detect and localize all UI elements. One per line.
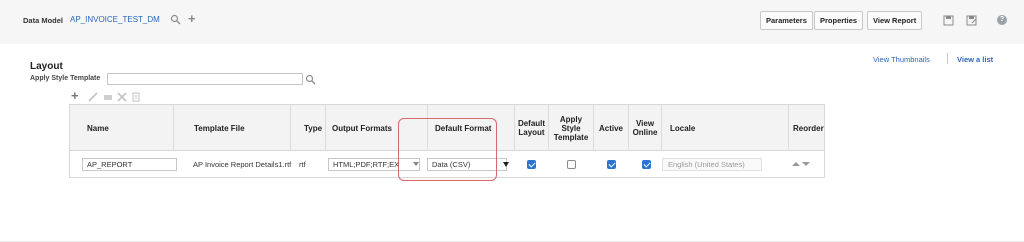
col-template-file[interactable]: Template File [173,105,290,151]
layout-name-input[interactable]: AP_REPORT [82,158,177,171]
col-reorder[interactable]: Reorder [788,105,824,151]
table-row: AP_REPORT AP Invoice Report Details1.rtf… [70,151,824,177]
col-name[interactable]: Name [70,105,173,151]
col-apply-style-template[interactable]: Apply Style Template [548,105,593,151]
output-formats-select[interactable]: HTML;PDF;RTF;EX [328,158,420,171]
output-formats-dropdown-icon[interactable] [413,162,419,166]
col-locale[interactable]: Locale [661,105,788,151]
top-bar: Data Model AP_INVOICE_TEST_DM + Paramete… [0,0,1024,44]
search-icon[interactable] [170,14,181,25]
move-down-icon[interactable] [802,162,810,166]
copy-icon[interactable] [103,92,113,102]
template-file-cell: AP Invoice Report Details1.rtf [193,159,292,169]
default-format-dropdown-icon[interactable] [503,162,509,167]
save-icon[interactable] [943,15,954,26]
add-icon[interactable]: + [188,12,196,25]
data-model-link[interactable]: AP_INVOICE_TEST_DM [70,15,160,24]
add-layout-icon[interactable]: + [71,89,79,102]
parameters-button[interactable]: Parameters [760,11,813,30]
view-online-checkbox[interactable] [642,160,651,169]
view-list-link[interactable]: View a list [957,55,993,64]
layouts-table: Name Template File Type Output Formats D… [69,104,825,178]
edit-icon[interactable] [88,92,98,102]
document-icon[interactable] [131,92,141,102]
view-thumbnails-link[interactable]: View Thumbnails [873,55,930,64]
col-active[interactable]: Active [593,105,628,151]
help-icon[interactable]: ? [997,15,1007,25]
active-checkbox[interactable] [607,160,616,169]
data-model-label: Data Model [23,16,64,25]
apply-style-input[interactable] [107,73,303,85]
col-view-online[interactable]: View Online [628,105,661,151]
col-output-formats[interactable]: Output Formats [325,105,427,151]
move-up-icon[interactable] [792,162,800,166]
apply-style-search-icon[interactable] [305,74,316,85]
layout-title: Layout [30,61,63,72]
type-cell: rtf [299,159,306,169]
apply-style-label: Apply Style Template [30,75,101,82]
properties-button[interactable]: Properties [814,11,864,30]
save-as-icon[interactable] [966,15,977,26]
view-links-divider [947,53,948,64]
delete-icon[interactable] [117,92,127,102]
col-default-format[interactable]: Default Format [427,105,514,151]
col-default-layout[interactable]: Default Layout [514,105,548,151]
default-format-select[interactable]: Data (CSV) [427,158,507,171]
locale-value: English (United States) [668,160,745,169]
default-layout-checkbox[interactable] [527,160,536,169]
table-header: Name Template File Type Output Formats D… [70,105,824,151]
view-report-button[interactable]: View Report [867,11,923,30]
col-type[interactable]: Type [290,105,325,151]
apply-style-template-checkbox[interactable] [567,160,576,169]
